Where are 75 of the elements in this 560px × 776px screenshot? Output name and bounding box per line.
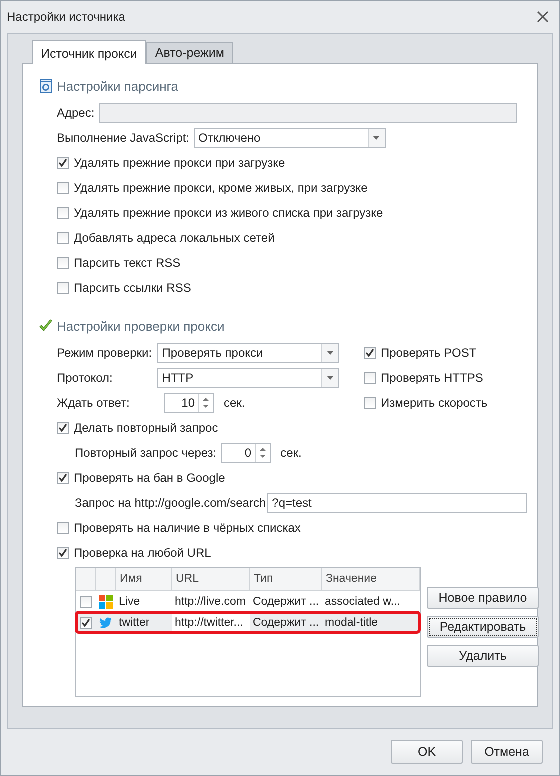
field-label: Повторный запрос через: bbox=[75, 446, 217, 460]
cancel-button[interactable]: Отмена bbox=[471, 740, 543, 764]
checkbox-label[interactable]: Удалять прежние прокси при загрузке bbox=[74, 156, 286, 170]
checkbox[interactable] bbox=[364, 372, 376, 384]
ok-button[interactable]: OK bbox=[391, 740, 463, 764]
checkbox-label[interactable]: Измерить скорость bbox=[381, 396, 488, 410]
checkbox-label[interactable]: Удалять прежние прокси, кроме живых, при загрузке bbox=[74, 180, 368, 194]
table-cell-text: http://live.com bbox=[174, 596, 247, 608]
dropdown-arrow-icon bbox=[326, 350, 334, 354]
checkbox-label[interactable]: Парсить текст RSS bbox=[74, 256, 181, 270]
column-header[interactable]: Тип bbox=[250, 568, 322, 590]
dropdown-arrow-icon bbox=[373, 136, 380, 140]
unit-label: сек. bbox=[280, 446, 302, 460]
query-field[interactable]: ?q=test bbox=[267, 492, 527, 512]
checkbox-label[interactable]: Проверять на бан в Google bbox=[74, 470, 226, 484]
checkbox[interactable] bbox=[364, 346, 376, 358]
table-cell-text: modal-title bbox=[324, 616, 380, 628]
rule-button[interactable]: Удалить bbox=[427, 645, 539, 667]
checkbox[interactable] bbox=[57, 232, 69, 244]
checkbox[interactable] bbox=[80, 616, 92, 628]
tab[interactable]: Источник прокси bbox=[32, 40, 146, 64]
checkbox-label[interactable]: Проверять на наличие в чёрных списках bbox=[74, 520, 301, 534]
checkbox-label[interactable]: Проверять HTTPS bbox=[381, 370, 484, 384]
four-squares-icon bbox=[99, 594, 113, 608]
window-gear-icon bbox=[39, 79, 53, 93]
field-label: Режим проверки: bbox=[57, 346, 154, 360]
field-label: Адрес: bbox=[57, 106, 95, 120]
javascript-dropdown[interactable]: Отключено bbox=[194, 128, 386, 148]
checkbox-label[interactable]: Делать повторный запрос bbox=[74, 420, 218, 434]
dropdown-arrow-icon bbox=[326, 376, 334, 380]
field-label: Протокол: bbox=[57, 370, 114, 384]
checkbox[interactable] bbox=[57, 546, 69, 558]
table-cell-text: Live bbox=[118, 596, 142, 608]
table-row[interactable]: Live http://live.com Содержит ... associated w... bbox=[76, 591, 420, 612]
unit-label: сек. bbox=[224, 396, 246, 410]
bird-icon bbox=[99, 616, 113, 630]
checkbox[interactable] bbox=[57, 156, 69, 168]
checkbox[interactable] bbox=[57, 522, 69, 534]
field-label: Ждать ответ: bbox=[57, 396, 131, 410]
checkbox-label[interactable]: Проверять POST bbox=[381, 346, 477, 360]
checkbox[interactable] bbox=[57, 256, 69, 268]
checkbox-label[interactable]: Добавлять адреса локальных сетей bbox=[74, 230, 275, 244]
mode-dropdown[interactable]: Проверять прокси bbox=[157, 342, 339, 362]
rule-button[interactable]: Новое правило bbox=[427, 587, 539, 609]
field-label: Запрос на http://google.com/search bbox=[75, 496, 266, 510]
table-cell-text: Содержит ... bbox=[252, 616, 320, 628]
window-title: Настройки источника bbox=[7, 10, 126, 24]
table-cell: http://twitter... bbox=[172, 612, 250, 633]
checkbox-label[interactable]: Удалять прежние прокси из живого списка при загрузке bbox=[74, 206, 384, 220]
checkmark-icon bbox=[39, 319, 53, 333]
column-header[interactable]: Имя bbox=[116, 568, 172, 590]
checkbox[interactable] bbox=[57, 182, 69, 194]
checkbox[interactable] bbox=[57, 206, 69, 218]
table-cell-text: twitter bbox=[118, 616, 151, 628]
checkbox-label[interactable]: Проверка на любой URL bbox=[74, 546, 212, 560]
protocol-dropdown[interactable]: HTTP bbox=[157, 368, 339, 388]
checkbox[interactable] bbox=[57, 472, 69, 484]
tab[interactable]: Авто-режим bbox=[146, 42, 234, 63]
close-icon[interactable] bbox=[537, 11, 549, 23]
timeout-spinner[interactable]: 10 bbox=[164, 392, 214, 412]
column-header[interactable]: Значение bbox=[322, 568, 420, 590]
checkbox[interactable] bbox=[57, 422, 69, 434]
delay-spinner[interactable]: 0 bbox=[220, 442, 271, 462]
column-header[interactable]: URL bbox=[172, 568, 250, 590]
table-row[interactable]: twitter http://twitter... Содержит ... modal-title bbox=[76, 612, 420, 633]
section-title: Настройки проверки прокси bbox=[57, 318, 225, 334]
checkbox[interactable] bbox=[80, 596, 92, 608]
rule-button[interactable]: Редактировать bbox=[427, 616, 539, 638]
checkbox[interactable] bbox=[57, 282, 69, 294]
checkbox-label[interactable]: Парсить ссылки RSS bbox=[74, 280, 192, 294]
table-cell-text: Содержит ... bbox=[252, 596, 320, 608]
section-title: Настройки парсинга bbox=[57, 78, 178, 94]
table-cell-text: associated w... bbox=[324, 596, 402, 608]
checkbox[interactable] bbox=[364, 396, 376, 408]
field-label: Выполнение JavaScript: bbox=[57, 130, 190, 144]
